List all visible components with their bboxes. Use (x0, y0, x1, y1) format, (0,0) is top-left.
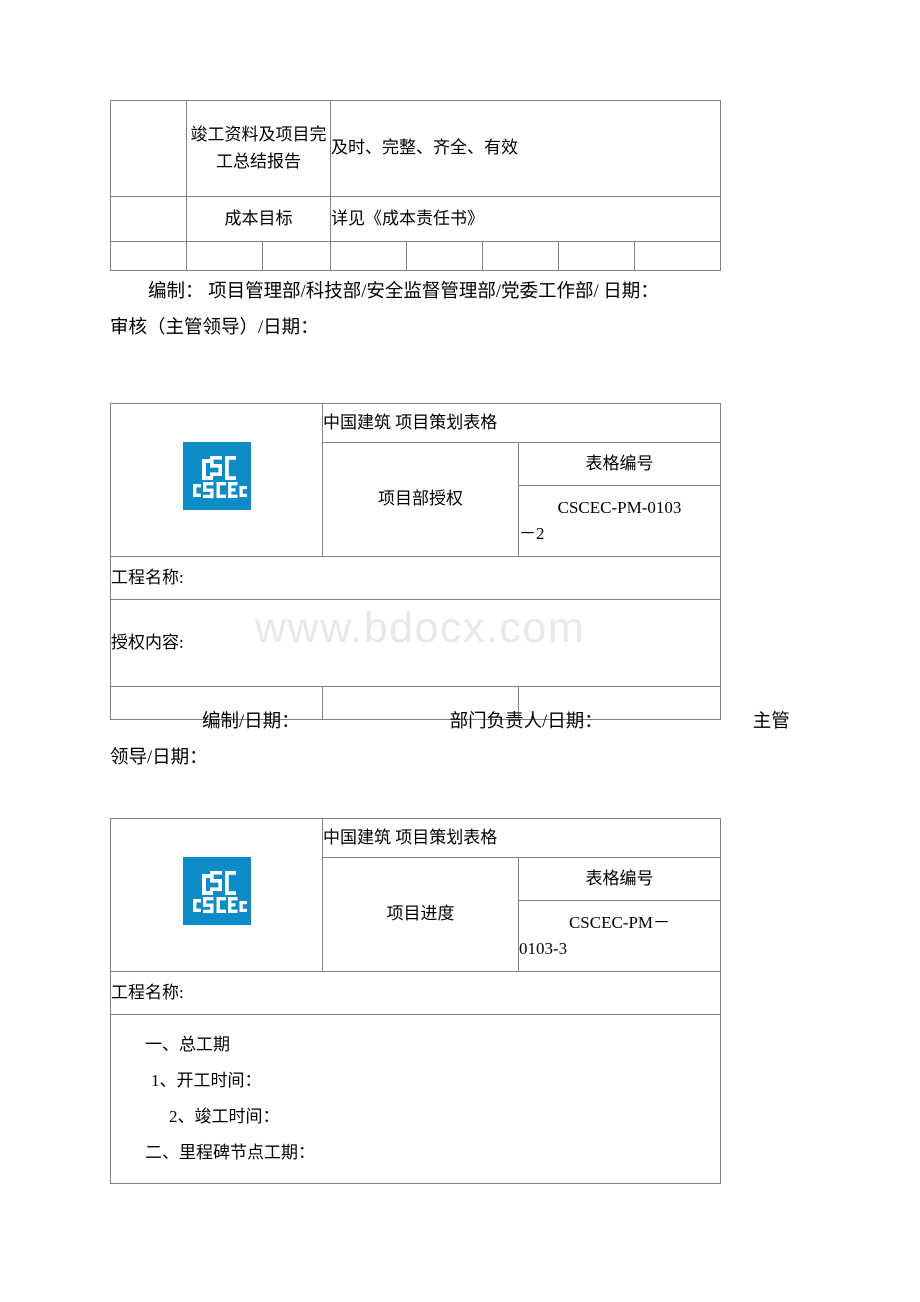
signature-block-one: 编制： 项目管理部/科技部/安全监督管理部/党委工作部/ 日期： 审核（主管领导… (110, 274, 910, 346)
signature-block-two: 编制/日期： 部门负责人/日期： 主管 领导/日期： (110, 704, 910, 776)
form-number-value: CSCEC-PM－ 0103-3 (518, 900, 721, 972)
signature-prepared-label: 编制/日期： (202, 712, 300, 732)
table-row: 中国建筑 项目策划表格 (110, 403, 721, 557)
table-one-spacer-cell (110, 100, 187, 197)
targets-table: 竣工资料及项目完工总结报告 及时、完整、齐全、有效 成本目标 详见《成本责任书》 (110, 100, 721, 242)
footer-cell (406, 241, 483, 271)
form-number-line-1: CSCEC-PM－ (568, 912, 671, 932)
table-one-spacer-cell (110, 196, 187, 242)
table-row: 工程名称: (110, 971, 721, 1015)
authorization-form-table: 中国建筑 项目策划表格 项目部授权 表格编号 CSCEC-PM-0103 －2 … (110, 403, 721, 720)
table-row: 工程名称: (110, 556, 721, 600)
footer-cell (262, 241, 331, 271)
signature-supervisor-label-part: 主管 (752, 712, 790, 732)
signature-department-head-label: 部门负责人/日期： (449, 712, 603, 732)
list-item: 二、里程碑节点工期： (145, 1143, 315, 1163)
table-row: 中国建筑 项目策划表格 (110, 818, 721, 972)
table-one-row-value: 详见《成本责任书》 (330, 196, 721, 242)
authorization-content-label: 授权内容: (110, 599, 721, 687)
logo-cell (110, 818, 323, 972)
project-name-label: 工程名称: (110, 556, 721, 600)
list-item: 一、总工期 (145, 1034, 230, 1054)
form-number-label: 表格编号 (518, 857, 721, 901)
footer-cell (330, 241, 407, 271)
signature-supervisor-label-rest: 领导/日期： (110, 748, 208, 769)
cscec-logo-icon (182, 856, 251, 925)
signature-line-roles: 编制/日期： 部门负责人/日期： 主管 (110, 704, 910, 740)
signature-line-prepared: 编制： 项目管理部/科技部/安全监督管理部/党委工作部/ 日期： (148, 282, 659, 302)
footer-cell (634, 241, 721, 271)
form-title: 中国建筑 项目策划表格 (322, 403, 721, 443)
table-one-row-label: 竣工资料及项目完工总结报告 (186, 100, 331, 197)
list-item: 2、竣工时间： (169, 1107, 280, 1126)
form-number-line-1: CSCEC-PM-0103 (557, 497, 682, 517)
targets-table-footer (110, 241, 721, 271)
table-row: 一、总工期 1、开工时间： 2、竣工时间： 二、里程碑节点工期： (110, 1014, 721, 1184)
list-item: 1、开工时间： (151, 1070, 262, 1090)
table-row: 竣工资料及项目完工总结报告 及时、完整、齐全、有效 (110, 100, 721, 197)
form-subject: 项目进度 (322, 857, 519, 972)
table-row: 授权内容: (110, 599, 721, 687)
table-row (110, 241, 721, 271)
form-number-line-2: －2 (519, 524, 545, 543)
footer-cell (558, 241, 635, 271)
form-number-value: CSCEC-PM-0103 －2 (518, 485, 721, 557)
form-number-label: 表格编号 (518, 442, 721, 486)
table-one-row-value: 及时、完整、齐全、有效 (330, 100, 721, 197)
table-row: 成本目标 详见《成本责任书》 (110, 196, 721, 242)
logo-cell (110, 403, 323, 557)
schedule-form-table: 中国建筑 项目策划表格 项目进度 表格编号 CSCEC-PM－ 0103-3 工… (110, 818, 721, 1184)
form-number-line-2: 0103-3 (519, 939, 568, 958)
form-title: 中国建筑 项目策划表格 (322, 818, 721, 858)
project-name-label: 工程名称: (110, 971, 721, 1015)
cscec-logo-icon (182, 441, 251, 510)
signature-line-reviewed: 审核（主管领导）/日期： (110, 318, 319, 339)
schedule-body-cell: 一、总工期 1、开工时间： 2、竣工时间： 二、里程碑节点工期： (110, 1014, 721, 1184)
form-subject: 项目部授权 (322, 442, 519, 557)
table-one-row-label: 成本目标 (186, 196, 331, 242)
footer-cell (186, 241, 263, 271)
footer-cell (110, 241, 187, 271)
footer-cell (482, 241, 559, 271)
document-page: www.bdocx.com 竣工资料及项目完工总结报告 及时、完整、齐全、有效 … (0, 0, 920, 1302)
